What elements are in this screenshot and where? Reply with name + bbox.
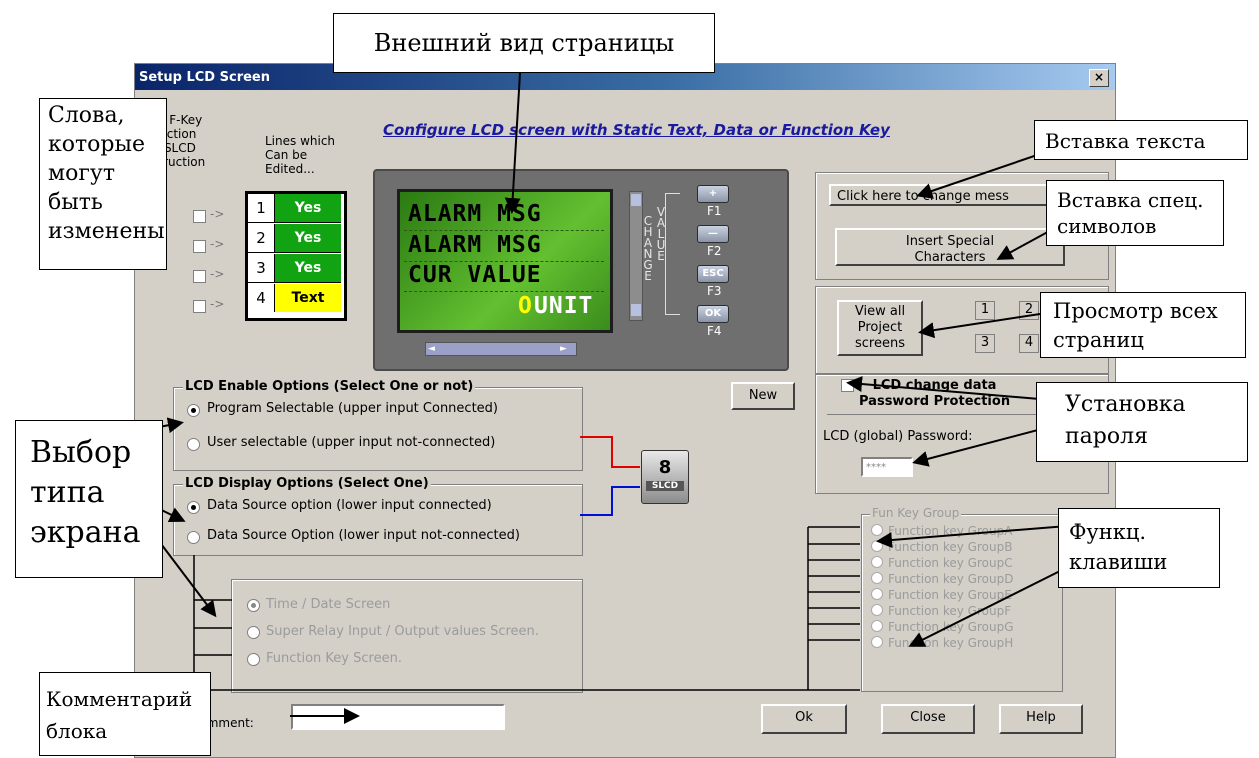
callout-screen-type: Выбор типа экрана [15,420,163,578]
callout-arrows [111,72,1099,724]
callout-editable-words: Слова, которые могут быть изменены [39,98,167,270]
callout-block-comment: Комментарий блока [39,672,211,756]
callout-function-keys: Функц. клавиши [1058,508,1220,588]
callout-insert-special: Вставка спец. символов [1046,180,1224,246]
callout-view-pages: Просмотр всех страниц [1040,292,1246,358]
annotation-overlay [111,72,1099,724]
screen-type-tree [193,555,860,691]
blue-wire [580,486,640,516]
fun-key-tree [807,526,860,690]
callout-insert-text: Вставка текста [1034,120,1248,160]
red-wire [580,436,640,468]
callout-page-view: Внешний вид страницы [333,13,715,73]
callout-set-password: Установка пароля [1036,382,1248,462]
